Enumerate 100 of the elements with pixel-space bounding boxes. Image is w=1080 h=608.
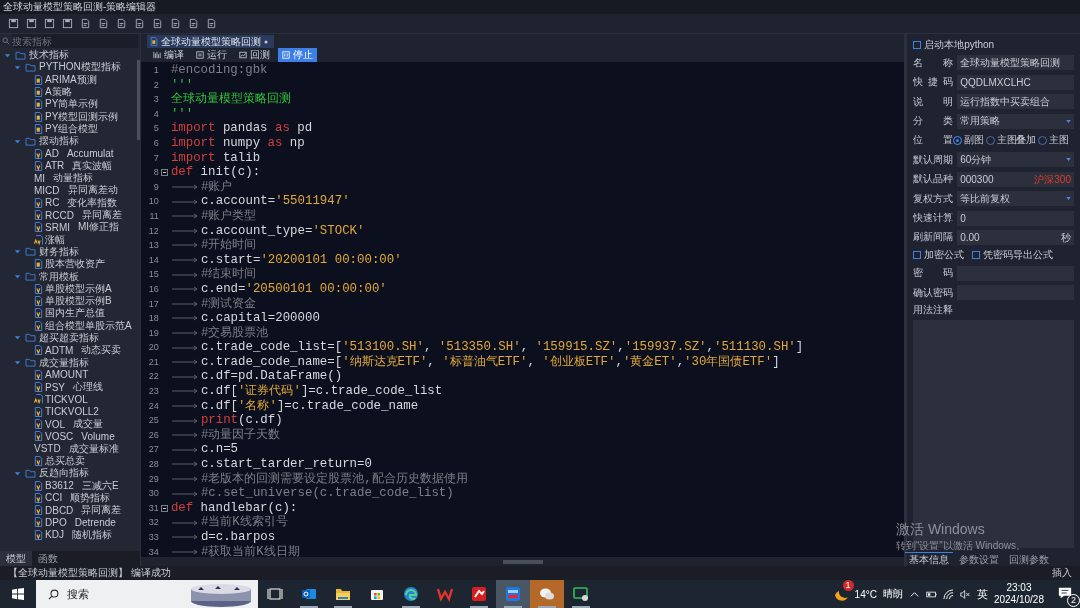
search-field[interactable]: 搜索: [36, 580, 258, 608]
tree-folder[interactable]: 反趋向指标: [39, 466, 89, 481]
toolbar-icon[interactable]: [26, 18, 37, 29]
muted-speaker-icon[interactable]: [959, 588, 971, 600]
expanded-arrow-icon[interactable]: [14, 334, 21, 342]
tree-item[interactable]: VSTD: [34, 443, 61, 455]
tree-folder[interactable]: 常用模板: [39, 269, 79, 284]
document-icon[interactable]: [188, 18, 199, 29]
input-field[interactable]: 0: [957, 210, 1074, 226]
tree-item[interactable]: A策略: [45, 85, 72, 100]
tree-item[interactable]: DPO: [45, 516, 67, 528]
input-field[interactable]: QQDLMXCLHC: [957, 74, 1074, 90]
tree-folder[interactable]: 超买超卖指标: [39, 331, 99, 345]
document-icon[interactable]: [80, 18, 91, 29]
expanded-arrow-icon[interactable]: [14, 273, 21, 280]
expanded-arrow-icon[interactable]: [4, 51, 11, 59]
run-button[interactable]: 运行: [191, 48, 231, 62]
radio-button[interactable]: [953, 135, 963, 145]
weather-condition[interactable]: 晴朗: [882, 587, 903, 601]
tree-folder[interactable]: 摆动指标: [39, 134, 79, 149]
tree-item[interactable]: AD: [45, 148, 59, 159]
radio-button[interactable]: [1038, 135, 1048, 145]
tree-item[interactable]: 单股模型示例B: [45, 294, 112, 309]
document-icon[interactable]: [116, 18, 127, 29]
tree-item[interactable]: 股本营收资产: [45, 257, 105, 272]
tree-item[interactable]: VOL: [45, 418, 65, 430]
checkbox[interactable]: [913, 41, 922, 49]
input-language[interactable]: 英: [976, 586, 988, 602]
collapse-icon[interactable]: [161, 168, 169, 176]
checkbox[interactable]: [972, 251, 981, 260]
tree-item[interactable]: 国内生产总值: [45, 306, 105, 321]
tree-item[interactable]: 组合模型单股示范A: [45, 318, 132, 333]
wifi-icon[interactable]: [942, 588, 954, 600]
scrollbar[interactable]: [136, 60, 140, 140]
tree-item[interactable]: MICD: [34, 184, 60, 196]
tree-item[interactable]: KDJ: [45, 529, 64, 541]
document-icon[interactable]: [134, 18, 145, 29]
tree-item[interactable]: PY简单示例: [45, 97, 99, 112]
toolbar-icon[interactable]: [44, 18, 55, 29]
expanded-arrow-icon[interactable]: [14, 137, 21, 145]
dropdown[interactable]: 60分钟: [957, 152, 1074, 168]
tree-item[interactable]: AMOUNT: [45, 369, 89, 381]
tree-item[interactable]: TICKVOLL2: [45, 406, 99, 418]
collapse-icon[interactable]: [161, 504, 169, 512]
battery-icon[interactable]: [925, 588, 937, 600]
clock-date[interactable]: 2024/10/28: [993, 594, 1044, 606]
tree-folder[interactable]: 技术指标: [29, 48, 69, 63]
tree-folder[interactable]: PYTHON模型指标: [39, 60, 121, 75]
scrollbar[interactable]: [502, 559, 543, 564]
tree-item[interactable]: 涨幅: [45, 232, 65, 247]
blueapp-taskbar-icon[interactable]: [496, 580, 530, 608]
expanded-arrow-icon[interactable]: [14, 248, 21, 256]
dropdown[interactable]: 常用策略: [957, 113, 1074, 129]
toolbar-icon[interactable]: [62, 18, 73, 29]
chat-taskbar-icon[interactable]: [530, 580, 564, 608]
tree-item[interactable]: TICKVOL: [45, 393, 88, 405]
tree-item[interactable]: ATR: [45, 160, 65, 172]
document-icon[interactable]: [206, 18, 217, 29]
tree-folder[interactable]: 财务指标: [39, 244, 79, 259]
panel-tab[interactable]: 回测参数: [1005, 552, 1054, 566]
tree-item[interactable]: SRMI: [45, 221, 70, 233]
dropdown[interactable]: 等比前复权: [957, 191, 1074, 207]
search-field[interactable]: 搜索指标: [12, 34, 138, 48]
panel-tab[interactable]: 模型: [0, 551, 32, 566]
panel-tab[interactable]: 参数设置: [955, 552, 1004, 566]
tree-item[interactable]: PSY: [45, 381, 65, 393]
tree-item[interactable]: MI: [34, 172, 46, 184]
document-icon[interactable]: [170, 18, 181, 29]
input-field[interactable]: 全球动量模型策略回测: [957, 55, 1074, 71]
start-icon[interactable]: [12, 588, 24, 600]
radio-button[interactable]: [986, 135, 996, 145]
tree-item[interactable]: RC: [45, 197, 60, 209]
tree-item[interactable]: PY组合模型: [45, 121, 99, 136]
temperature[interactable]: 14°C: [854, 588, 877, 600]
notification-icon[interactable]: [1058, 586, 1072, 600]
expanded-arrow-icon[interactable]: [14, 469, 21, 477]
tree-item[interactable]: PY模型回测示例: [45, 109, 119, 124]
toolbar-icon[interactable]: [8, 18, 19, 29]
tree-item[interactable]: ADTM: [45, 344, 74, 356]
expanded-arrow-icon[interactable]: [14, 63, 21, 71]
compile-button[interactable]: 编译: [148, 48, 188, 62]
tree-item[interactable]: DBCD: [45, 504, 74, 516]
document-icon[interactable]: [152, 18, 163, 29]
tree-item[interactable]: VOSC: [45, 430, 74, 442]
input-field[interactable]: 运行指数中买卖组合: [957, 94, 1074, 110]
tree-item[interactable]: ARIMA预测: [45, 72, 97, 87]
backtest-button[interactable]: 回测: [234, 48, 274, 62]
tree-item[interactable]: CCI: [45, 492, 63, 504]
tree-item[interactable]: B3612: [45, 480, 74, 492]
tree-item[interactable]: RCCD: [45, 209, 74, 221]
tree-item[interactable]: 单股模型示例A: [45, 281, 112, 296]
tree-item[interactable]: 总买总卖: [45, 453, 85, 468]
panel-tab[interactable]: 函数: [32, 551, 64, 566]
stop-button[interactable]: 停止: [277, 48, 317, 62]
document-tab[interactable]: 全球动量模型策略回测: [146, 35, 274, 48]
document-icon[interactable]: [98, 18, 109, 29]
expanded-arrow-icon[interactable]: [14, 359, 21, 367]
tree-folder[interactable]: 成交量指标: [39, 355, 89, 370]
clock-time[interactable]: 23:03: [1006, 582, 1032, 594]
checkbox[interactable]: [913, 251, 922, 260]
